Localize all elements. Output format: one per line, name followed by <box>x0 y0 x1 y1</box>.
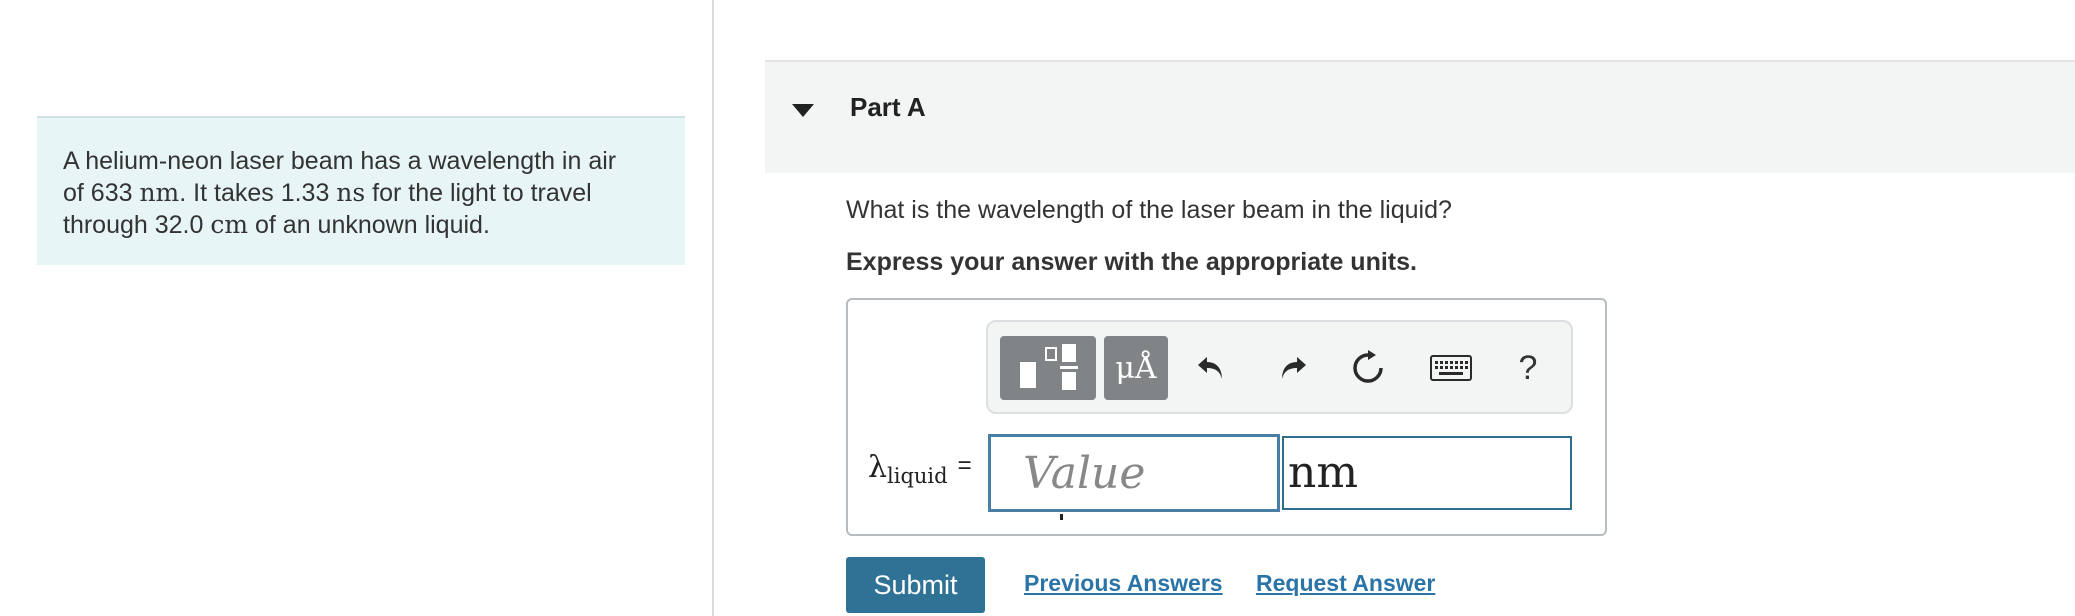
undo-icon[interactable] <box>1184 336 1240 400</box>
help-button[interactable]: ? <box>1500 336 1556 400</box>
unit-cm: cm <box>210 210 249 239</box>
submit-button[interactable]: Submit <box>846 557 985 613</box>
page: A helium-neon laser beam has a wavelengt… <box>0 0 2075 616</box>
answer-variable-label: λliquid = <box>868 450 972 488</box>
templates-icon <box>1020 344 1078 390</box>
problem-text-line1: A helium-neon laser beam has a wavelengt… <box>63 147 617 175</box>
lambda-subscript: liquid <box>887 464 948 488</box>
templates-button[interactable] <box>1000 336 1096 400</box>
lambda-symbol: λ <box>868 450 888 485</box>
instruction-text: Express your answer with the appropriate… <box>846 248 1417 276</box>
input-cursor-marker <box>1060 514 1063 520</box>
request-answer-link[interactable]: Request Answer <box>1256 570 1435 597</box>
units-button[interactable]: μÅ <box>1104 336 1168 400</box>
problem-text-line3-suffix: of an unknown liquid. <box>248 211 490 239</box>
previous-answers-link[interactable]: Previous Answers <box>1024 570 1223 597</box>
part-title: Part A <box>850 92 926 122</box>
redo-icon[interactable] <box>1264 336 1320 400</box>
part-header[interactable]: Part A <box>765 60 2075 173</box>
problem-text-prefix: of 633 <box>63 179 140 207</box>
value-input[interactable] <box>988 434 1280 512</box>
problem-text-line3-prefix: through 32.0 <box>63 211 211 239</box>
problem-text-mid: . It takes 1.33 <box>179 179 337 207</box>
panel-divider <box>712 0 714 616</box>
question-text: What is the wavelength of the laser beam… <box>846 196 1452 224</box>
collapse-caret-icon[interactable] <box>792 104 814 117</box>
unit-ns: ns <box>336 178 366 207</box>
keyboard-icon[interactable] <box>1416 336 1486 400</box>
unit-input[interactable]: nm <box>1282 436 1572 510</box>
problem-text-suffix: for the light to travel <box>365 179 592 207</box>
math-toolbar: μÅ ? <box>986 320 1573 414</box>
equals-sign: = <box>957 452 972 479</box>
unit-nm: nm <box>139 178 180 207</box>
problem-statement: A helium-neon laser beam has a wavelengt… <box>37 116 685 265</box>
answer-box: μÅ ? λliquid = Value nm <box>846 298 1607 536</box>
reset-icon[interactable] <box>1340 336 1396 400</box>
